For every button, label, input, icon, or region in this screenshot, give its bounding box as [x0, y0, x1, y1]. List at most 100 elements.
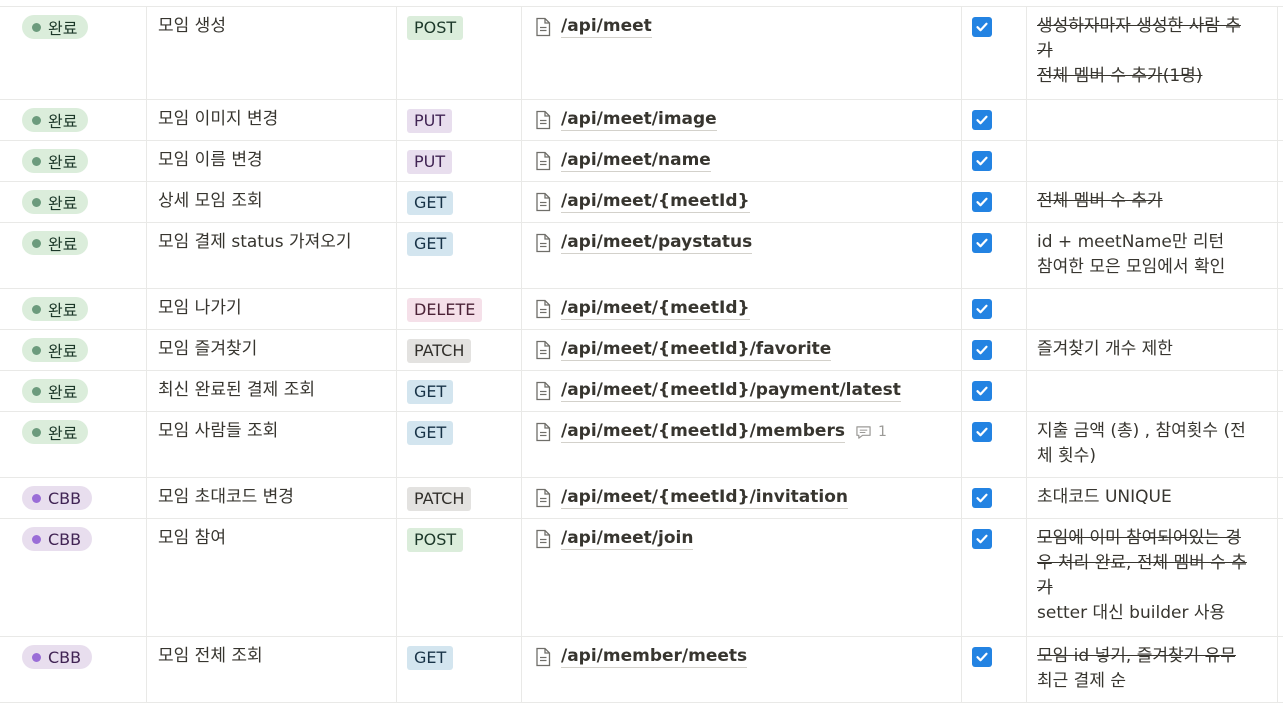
notes-cell[interactable]: 모임에 이미 참여되어있는 경우 처리 완료, 전체 멤버 수 추 가 setter…: [1037, 526, 1267, 626]
endpoint-path[interactable]: /api/meet/name: [561, 150, 711, 172]
status-badge[interactable]: CBB: [22, 527, 93, 551]
method-tag[interactable]: PUT: [407, 109, 453, 133]
done-checkbox[interactable]: [972, 233, 992, 253]
method-tag[interactable]: PUT: [407, 150, 453, 174]
api-name[interactable]: 모임 즐겨찾기: [158, 338, 257, 360]
done-checkbox[interactable]: [972, 110, 992, 130]
table-row[interactable]: 완료 모임 결제 status 가져오기 GET/api/meet/paystatu…: [0, 223, 1283, 289]
endpoint-link[interactable]: /api/member/meets: [534, 646, 748, 668]
done-checkbox[interactable]: [972, 340, 992, 360]
done-checkbox[interactable]: [972, 299, 992, 319]
page-icon: [534, 340, 552, 360]
method-tag[interactable]: POST: [407, 16, 464, 40]
endpoint-path[interactable]: /api/meet/paystatus: [561, 232, 753, 254]
table-row[interactable]: 완료 모임 생성 POST/api/meet 생성하자마자 생성한 사람 추 가 전체 멤…: [0, 7, 1283, 100]
status-label: 완료: [48, 235, 78, 254]
comment-indicator[interactable]: 1: [855, 424, 887, 440]
table-row[interactable]: 완료 최신 완료된 결제 조회 GET/api/meet/{meetId}/paym…: [0, 371, 1283, 412]
status-badge[interactable]: 완료: [22, 297, 89, 321]
note-line: 가: [1037, 578, 1053, 598]
done-checkbox[interactable]: [972, 192, 992, 212]
status-badge[interactable]: 완료: [22, 420, 89, 444]
done-checkbox[interactable]: [972, 647, 992, 667]
endpoint-path[interactable]: /api/meet/join: [561, 528, 694, 550]
method-tag[interactable]: PATCH: [407, 487, 472, 511]
api-name[interactable]: 모임 이름 변경: [158, 149, 263, 171]
method-tag[interactable]: POST: [407, 528, 464, 552]
status-badge[interactable]: 완료: [22, 379, 89, 403]
done-checkbox[interactable]: [972, 488, 992, 508]
status-badge[interactable]: 완료: [22, 231, 89, 255]
endpoint-link[interactable]: /api/meet/{meetId}/favorite: [534, 339, 832, 361]
status-badge[interactable]: CBB: [22, 645, 93, 669]
table-row[interactable]: 완료 모임 이름 변경 PUT/api/meet/name: [0, 141, 1283, 182]
table-row[interactable]: 완료 모임 사람들 조회 GET/api/meet/{meetId}/members…: [0, 412, 1283, 478]
endpoint-link[interactable]: /api/meet: [534, 16, 652, 38]
method-tag[interactable]: GET: [407, 191, 454, 215]
endpoint-path[interactable]: /api/meet/{meetId}/favorite: [561, 339, 832, 361]
endpoint-link[interactable]: /api/meet/{meetId}/members 1: [534, 421, 887, 443]
table-row[interactable]: CBB 모임 전체 조회 GET/api/member/meets 모임 id 넣기,…: [0, 637, 1283, 703]
status-badge[interactable]: 완료: [22, 149, 89, 173]
endpoint-link[interactable]: /api/meet/image: [534, 109, 717, 131]
table-row[interactable]: 완료 모임 이미지 변경 PUT/api/meet/image: [0, 100, 1283, 141]
api-name[interactable]: 상세 모임 조회: [158, 190, 263, 212]
done-checkbox[interactable]: [972, 17, 992, 37]
notes-cell[interactable]: id + meetName만 리턴 참여한 모은 모임에서 확인: [1037, 230, 1267, 280]
done-checkbox[interactable]: [972, 381, 992, 401]
table-row[interactable]: 완료 상세 모임 조회 GET/api/meet/{meetId} 전체 멤버 수 추…: [0, 182, 1283, 223]
endpoint-link[interactable]: /api/meet/{meetId}/invitation: [534, 487, 848, 509]
endpoint-link[interactable]: /api/meet/{meetId}/payment/latest: [534, 380, 901, 402]
api-name[interactable]: 모임 초대코드 변경: [158, 486, 294, 508]
done-checkbox[interactable]: [972, 529, 992, 549]
api-name[interactable]: 모임 전체 조회: [158, 645, 263, 667]
endpoint-path[interactable]: /api/meet/{meetId}/payment/latest: [561, 380, 901, 402]
table-row[interactable]: CBB 모임 참여 POST/api/meet/join 모임에 이미 참여되어있는 …: [0, 519, 1283, 637]
method-tag[interactable]: DELETE: [407, 298, 483, 322]
notes-cell[interactable]: 즐겨찾기 개수 제한: [1037, 337, 1267, 362]
notes-cell[interactable]: 초대코드 UNIQUE: [1037, 485, 1267, 510]
api-name[interactable]: 모임 사람들 조회: [158, 420, 278, 442]
endpoint-link[interactable]: /api/meet/join: [534, 528, 694, 550]
notes-cell[interactable]: 모임 id 넣기, 즐겨찾기 유무 최근 결제 순: [1037, 644, 1267, 694]
api-name[interactable]: 최신 완료된 결제 조회: [158, 379, 315, 401]
done-checkbox[interactable]: [972, 422, 992, 442]
table-row[interactable]: 완료 모임 즐겨찾기 PATCH/api/meet/{meetId}/favorit…: [0, 330, 1283, 371]
done-checkbox[interactable]: [972, 151, 992, 171]
endpoint-path[interactable]: /api/meet/{meetId}: [561, 191, 750, 213]
status-badge[interactable]: 완료: [22, 108, 89, 132]
endpoint-path[interactable]: /api/meet/{meetId}/members: [561, 421, 845, 443]
status-badge[interactable]: CBB: [22, 486, 93, 510]
api-name[interactable]: 모임 참여: [158, 527, 226, 549]
status-badge[interactable]: 완료: [22, 190, 89, 214]
endpoint-link[interactable]: /api/meet/name: [534, 150, 711, 172]
notes-cell[interactable]: 지출 금액 (총) , 참여횟수 (전 체 횟수): [1037, 419, 1267, 469]
api-name[interactable]: 모임 이미지 변경: [158, 108, 278, 130]
endpoint-path[interactable]: /api/meet/{meetId}/invitation: [561, 487, 848, 509]
status-dot-icon: [32, 115, 41, 125]
endpoint-path[interactable]: /api/meet: [561, 16, 652, 38]
method-tag[interactable]: GET: [407, 380, 454, 404]
api-name[interactable]: 모임 나가기: [158, 297, 242, 319]
endpoint-link[interactable]: /api/meet/paystatus: [534, 232, 753, 254]
page-icon: [534, 192, 552, 212]
status-badge[interactable]: 완료: [22, 338, 89, 362]
table-row[interactable]: CBB 모임 초대코드 변경 PATCH/api/meet/{meetId}/inv…: [0, 478, 1283, 519]
method-tag[interactable]: GET: [407, 421, 454, 445]
endpoint-link[interactable]: /api/meet/{meetId}: [534, 191, 750, 213]
api-name[interactable]: 모임 결제 status 가져오기: [158, 231, 352, 253]
page-icon: [534, 488, 552, 508]
table-row[interactable]: 완료 모임 나가기 DELETE/api/meet/{meetId}: [0, 289, 1283, 330]
notes-cell[interactable]: 생성하자마자 생성한 사람 추 가 전체 멤버 수 추가(1명): [1037, 14, 1267, 89]
endpoint-path[interactable]: /api/meet/{meetId}: [561, 298, 750, 320]
method-tag[interactable]: GET: [407, 232, 454, 256]
endpoint-path[interactable]: /api/meet/image: [561, 109, 717, 131]
api-name[interactable]: 모임 생성: [158, 15, 226, 37]
notes-cell[interactable]: 전체 멤버 수 추가: [1037, 189, 1267, 214]
endpoint-path[interactable]: /api/member/meets: [561, 646, 748, 668]
method-tag[interactable]: PATCH: [407, 339, 472, 363]
status-label: 완료: [48, 153, 78, 172]
endpoint-link[interactable]: /api/meet/{meetId}: [534, 298, 750, 320]
status-badge[interactable]: 완료: [22, 15, 89, 39]
method-tag[interactable]: GET: [407, 646, 454, 670]
